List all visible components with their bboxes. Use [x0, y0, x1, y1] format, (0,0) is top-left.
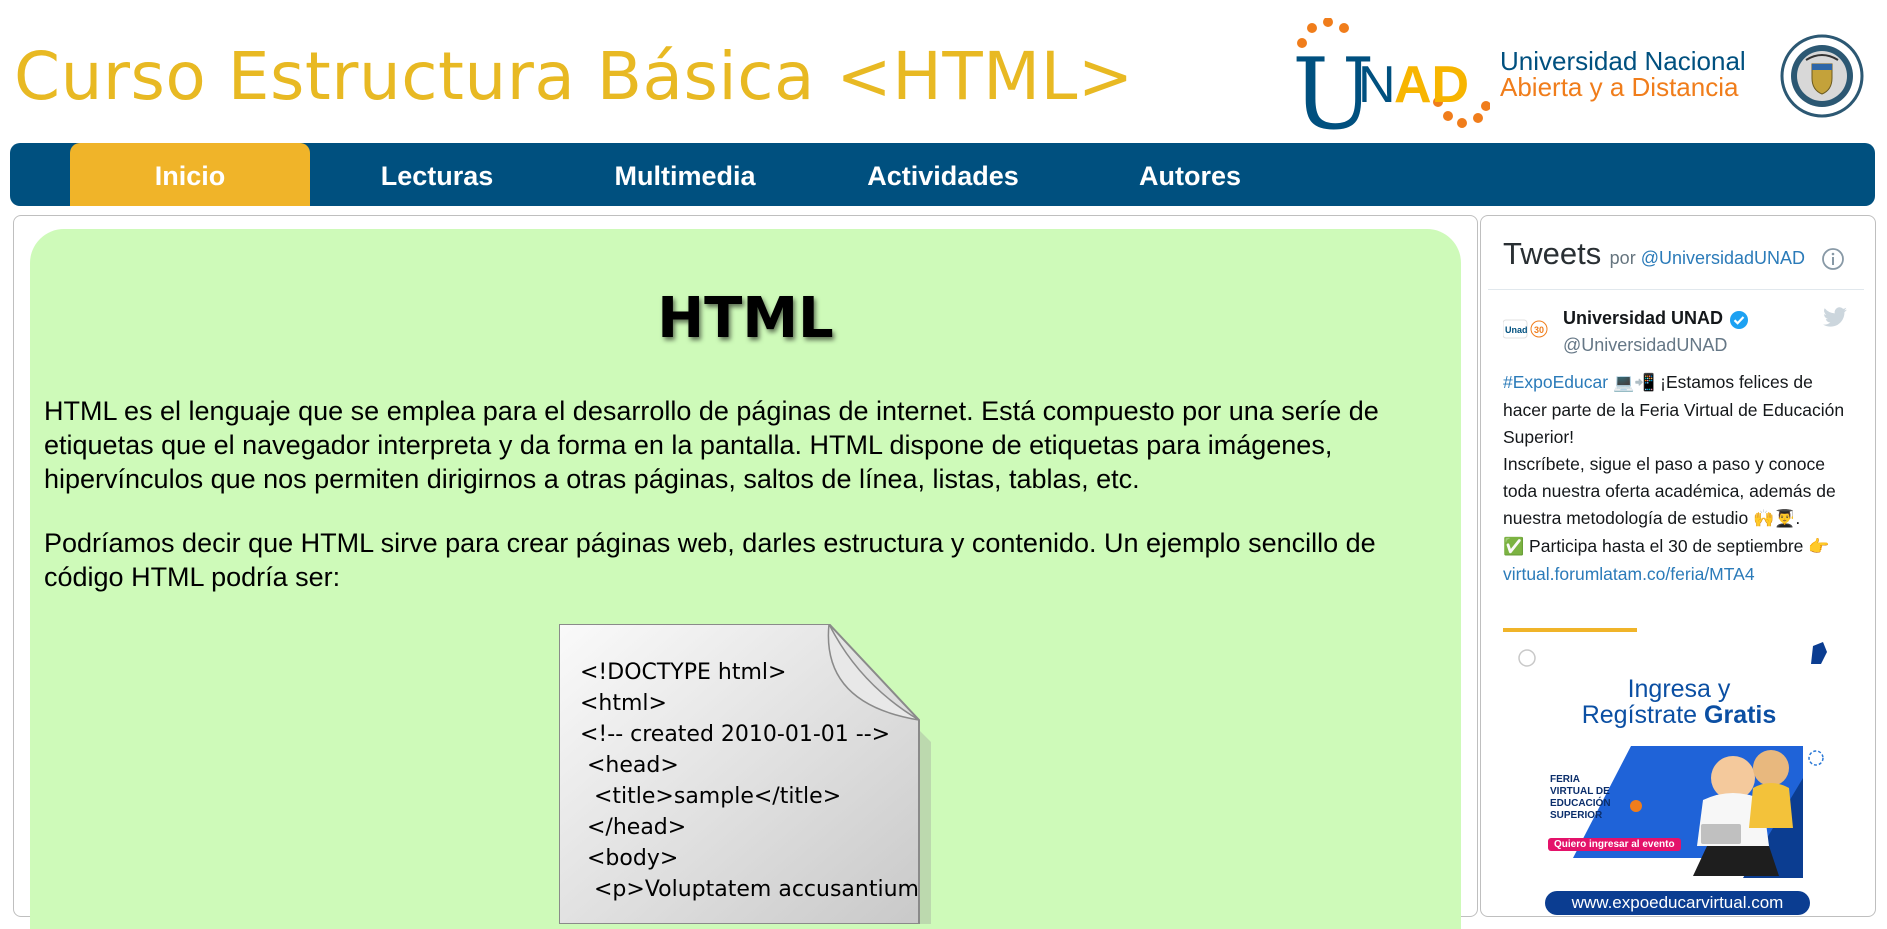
tweet-promo-image[interactable]	[1503, 628, 1855, 909]
nav-item-autores[interactable]: Autores	[1080, 143, 1300, 206]
pointing-emoji-icon: 👉	[1808, 537, 1830, 557]
twitter-bird-icon[interactable]	[1822, 307, 1848, 329]
tweet-hashtag-link[interactable]: #ExpoEducar	[1503, 372, 1608, 392]
by-prefix: por	[1609, 248, 1636, 268]
check-emoji-icon: ✅	[1503, 537, 1525, 557]
university-name-line1: Universidad Nacional	[1500, 46, 1746, 76]
example-paragraph: Podríamos decir que HTML sirve para crea…	[44, 528, 1376, 592]
code-line: <p>Voluptatem accusantium	[580, 877, 919, 902]
code-line: <!DOCTYPE html>	[580, 660, 787, 685]
promo-fair-label: FERIA VIRTUAL DE EDUCACIÓN SUPERIOR	[1550, 774, 1611, 821]
nav-item-lecturas[interactable]: Lecturas	[337, 143, 537, 206]
twitter-widget-title: Tweets	[1503, 236, 1602, 271]
html-code-sample: <!DOCTYPE html> <html> <!-- created 2010…	[580, 657, 919, 905]
code-line: <head>	[580, 753, 679, 778]
promo-url[interactable]: www.expoeducarvirtual.com	[1545, 891, 1810, 915]
code-line: <body>	[580, 846, 679, 871]
tweet-user-handle[interactable]: @UniversidadUNAD	[1563, 335, 1727, 356]
nav-item-actividades[interactable]: Actividades	[833, 143, 1053, 206]
university-name-line2: Abierta y a Distancia	[1500, 72, 1739, 102]
promo-event-button[interactable]: Quiero ingresar al evento	[1548, 838, 1681, 851]
svg-text:Unad: Unad	[1505, 325, 1528, 335]
tweet-text: #ExpoEducar 💻📲 ¡Estamos felices de hacer…	[1503, 372, 1845, 584]
twitter-widget-divider	[1488, 289, 1864, 290]
page-heading: HTML	[657, 286, 834, 351]
unad-logo[interactable]: U N AD	[1290, 18, 1490, 133]
tweet-line3: Participa hasta el 30 de septiembre	[1529, 536, 1804, 556]
tweet-emoji: 🙌👨‍🎓	[1753, 509, 1796, 529]
code-line: </head>	[580, 815, 687, 840]
promo-title-register: Regístrate	[1581, 701, 1698, 729]
code-line: <html>	[580, 691, 667, 716]
unad-logo-n: N	[1358, 56, 1396, 114]
nav-item-inicio[interactable]: Inicio	[70, 143, 310, 206]
promo-title-line1: Ingresa y	[1627, 675, 1731, 703]
promo-title-free: Gratis	[1704, 701, 1777, 729]
verified-badge-icon	[1730, 311, 1748, 329]
nav-item-multimedia[interactable]: Multimedia	[585, 143, 785, 206]
university-name: Universidad Nacional Abierta y a Distanc…	[1500, 48, 1746, 100]
unad-logo-ad: AD	[1394, 56, 1469, 114]
twitter-widget-header: Tweets por @UniversidadUNAD	[1503, 236, 1805, 272]
intro-paragraph: HTML es el lenguaje que se emplea para e…	[44, 396, 1379, 494]
main-nav: Inicio Lecturas Multimedia Actividades A…	[10, 143, 1875, 206]
code-line: <title>sample</title>	[580, 784, 842, 809]
tweet-emoji: 💻📲	[1612, 373, 1656, 393]
twitter-widget-by: por @UniversidadUNAD	[1610, 248, 1805, 268]
tweet-user-name[interactable]: Universidad UNAD	[1563, 308, 1723, 329]
info-icon[interactable]	[1821, 247, 1845, 271]
svg-text:30: 30	[1534, 325, 1544, 335]
site-title: Curso Estructura Básica <HTML>	[14, 38, 1134, 115]
colombia-seal-icon	[1780, 34, 1864, 118]
promo-title: Ingresa y Regístrate Gratis	[1503, 676, 1855, 728]
avatar[interactable]: Unad 30	[1503, 314, 1549, 344]
tweet-url-link[interactable]: virtual.forumlatam.co/feria/MTA4	[1503, 564, 1755, 584]
twitter-widget-handle-link[interactable]: @UniversidadUNAD	[1641, 248, 1805, 268]
code-line: <!-- created 2010-01-01 -->	[580, 722, 891, 747]
